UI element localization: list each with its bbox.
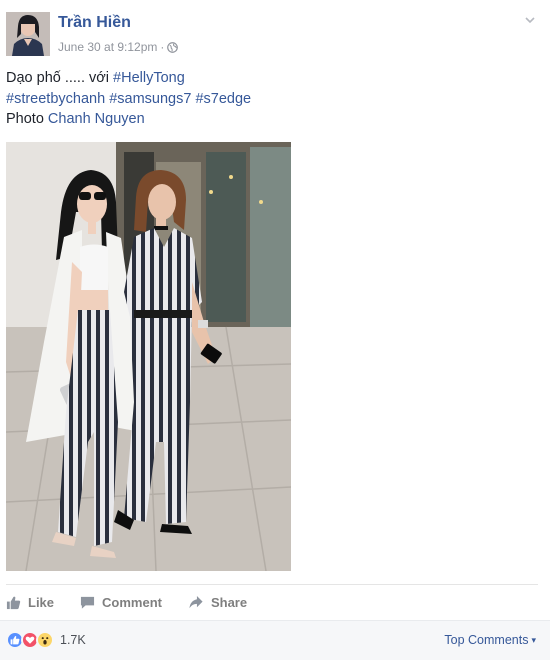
chevron-down-icon[interactable] (524, 14, 536, 26)
photo-credit-label: Photo (6, 111, 48, 127)
author-avatar[interactable] (6, 12, 50, 56)
hashtag-s7edge[interactable]: #s7edge (195, 91, 251, 107)
hashtag-hellytong[interactable]: #HellyTong (113, 70, 185, 86)
like-button[interactable]: Like (6, 595, 54, 610)
post-text-line-1: Dạo phố ..... với #HellyTong (6, 68, 526, 89)
share-icon (189, 595, 203, 608)
facebook-post-card: Trần Hiền June 30 at 9:12pm · Dạo phố ..… (0, 0, 550, 660)
post-actions: Like Comment Share (6, 586, 306, 618)
author-name[interactable]: Trần Hiền (58, 14, 131, 32)
post-timestamp[interactable]: June 30 at 9:12pm (58, 40, 157, 54)
caret-down-icon: ▾ (531, 634, 536, 645)
post-footer: 1.7K Top Comments ▾ (0, 620, 550, 660)
post-text-line-2: #streetbychanh #samsungs7 #s7edge (6, 89, 526, 110)
top-comments-dropdown[interactable]: Top Comments ▾ (444, 633, 536, 647)
post-meta: June 30 at 9:12pm · (58, 40, 179, 54)
comment-button[interactable]: Comment (80, 595, 162, 610)
meta-separator: · (160, 40, 165, 54)
thumbs-up-icon (6, 596, 21, 609)
hashtag-streetbychanh[interactable]: #streetbychanh (6, 91, 105, 107)
reaction-count[interactable]: 1.7K (60, 633, 86, 647)
photographer-link[interactable]: Chanh Nguyen (48, 111, 145, 127)
share-button[interactable]: Share (188, 595, 247, 610)
post-photo[interactable] (6, 142, 291, 571)
globe-icon[interactable] (167, 41, 179, 53)
post-text-line-3: Photo Chanh Nguyen (6, 109, 526, 130)
post-text: Dạo phố ..... với #HellyTong #streetbych… (6, 68, 526, 130)
divider-top (6, 584, 538, 585)
wow-icon (36, 631, 54, 649)
reactions-summary[interactable]: 1.7K (6, 631, 86, 649)
comment-icon (80, 596, 95, 609)
like-label: Like (28, 594, 55, 610)
share-label: Share (210, 594, 248, 610)
top-comments-label: Top Comments (444, 633, 529, 647)
post-caption: Dạo phố ..... với (6, 70, 114, 86)
comment-label: Comment (102, 594, 162, 610)
hashtag-samsungs7[interactable]: #samsungs7 (109, 91, 191, 107)
